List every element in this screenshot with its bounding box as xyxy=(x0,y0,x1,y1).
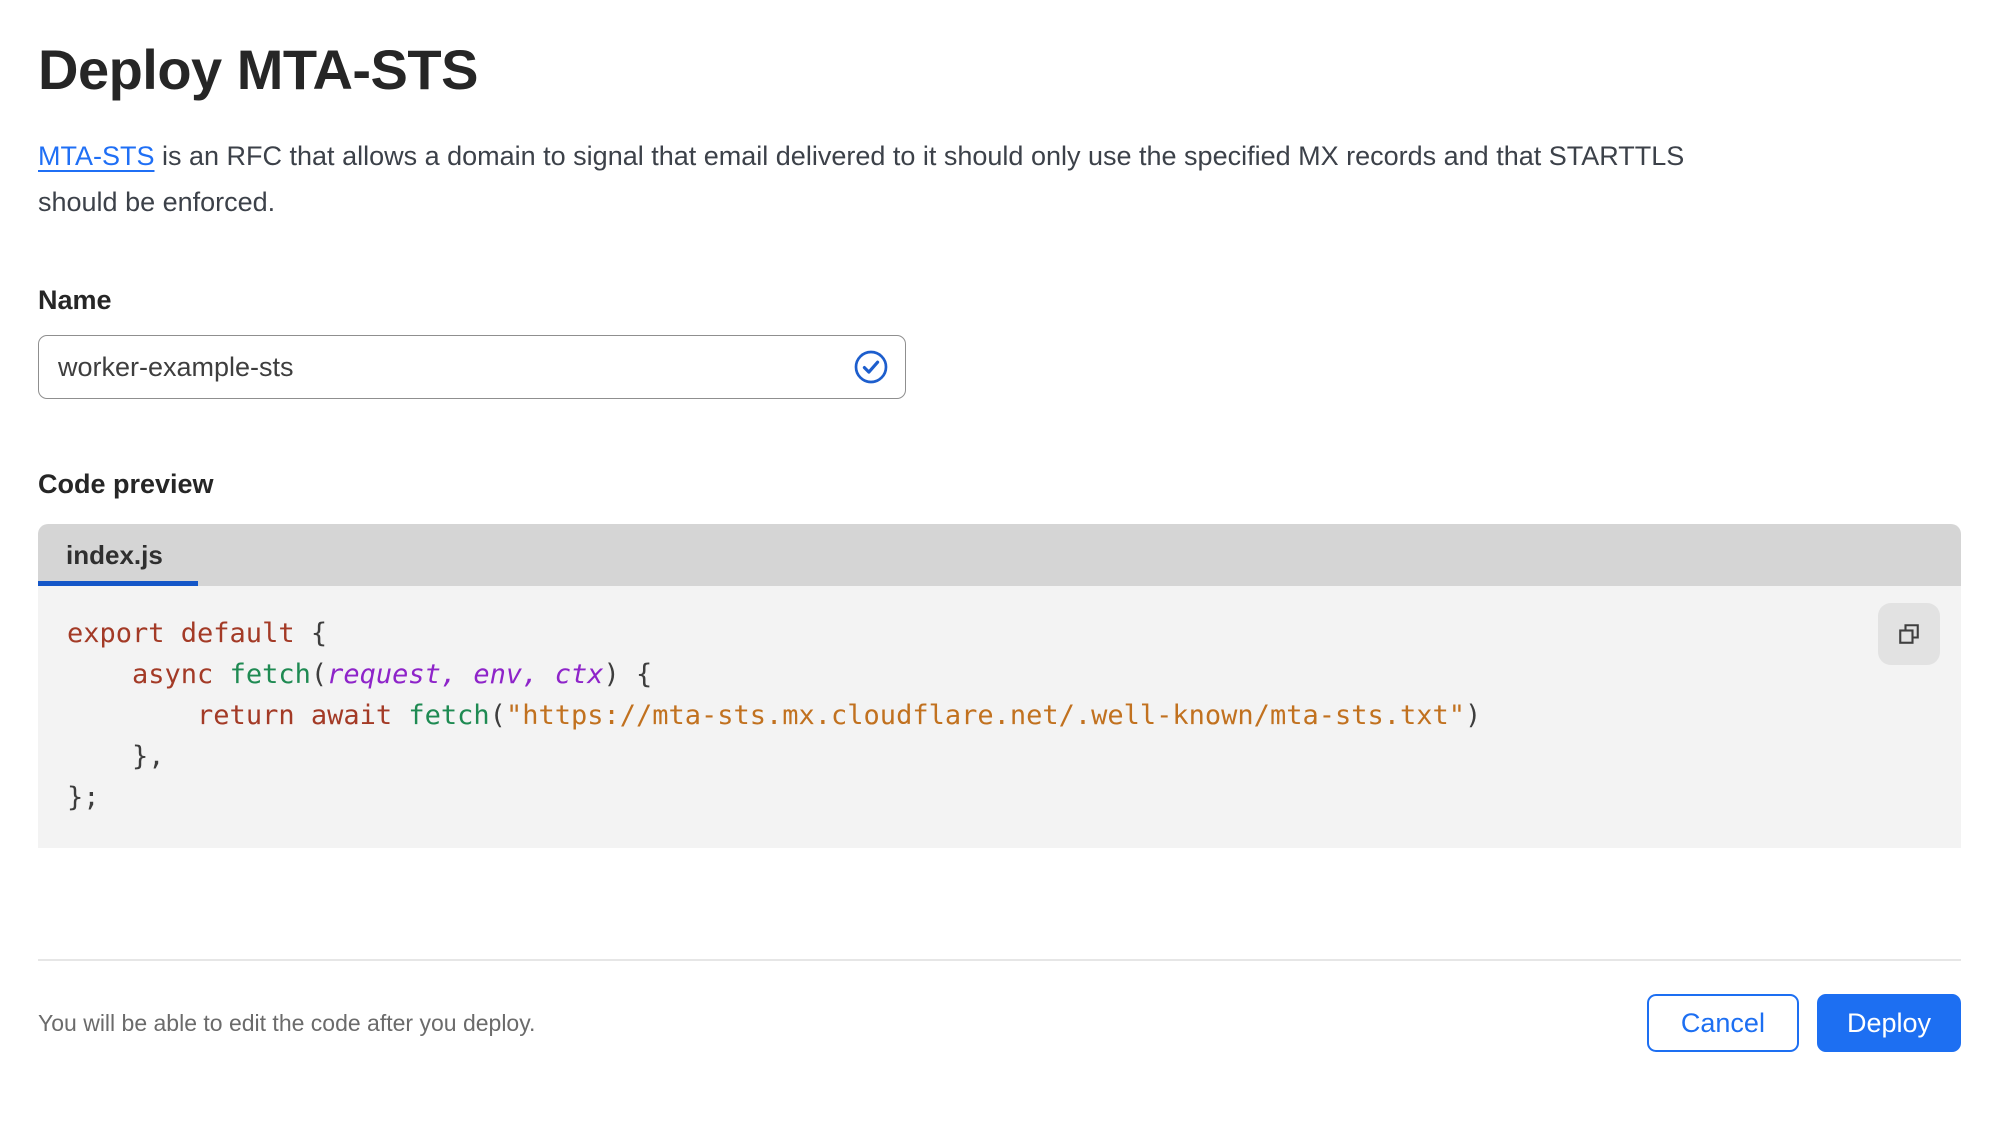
copy-icon xyxy=(1899,624,1919,644)
code-editor: export default { async fetch(request, en… xyxy=(38,586,1961,849)
description: MTA-STS is an RFC that allows a domain t… xyxy=(38,133,1961,225)
name-input-wrapper xyxy=(38,335,906,400)
name-input[interactable] xyxy=(39,336,905,399)
tab-index-js[interactable]: index.js xyxy=(38,524,198,587)
code-content: export default { async fetch(request, en… xyxy=(67,618,1482,814)
code-preview-panel: index.js export default { async fetch(re… xyxy=(38,524,1961,849)
footer-note: You will be able to edit the code after … xyxy=(38,1009,536,1036)
name-label: Name xyxy=(38,285,112,316)
code-tabbar: index.js xyxy=(38,524,1961,587)
mta-sts-link[interactable]: MTA-STS xyxy=(38,141,155,171)
code-preview-label: Code preview xyxy=(38,469,214,500)
description-text-line2: should be enforced. xyxy=(38,187,276,218)
deploy-button[interactable]: Deploy xyxy=(1816,994,1961,1053)
copy-code-button[interactable] xyxy=(1878,603,1940,666)
page-title: Deploy MTA-STS xyxy=(38,38,478,101)
check-circle-icon xyxy=(853,349,889,385)
divider xyxy=(38,959,1961,962)
cancel-button[interactable]: Cancel xyxy=(1646,994,1799,1053)
deploy-mta-sts-page: Deploy MTA-STS MTA-STS is an RFC that al… xyxy=(0,0,1999,1053)
description-text: is an RFC that allows a domain to signal… xyxy=(154,141,1685,172)
tab-label: index.js xyxy=(66,539,163,570)
footer: You will be able to edit the code after … xyxy=(38,994,1961,1053)
footer-actions: Cancel Deploy xyxy=(1646,994,1961,1053)
